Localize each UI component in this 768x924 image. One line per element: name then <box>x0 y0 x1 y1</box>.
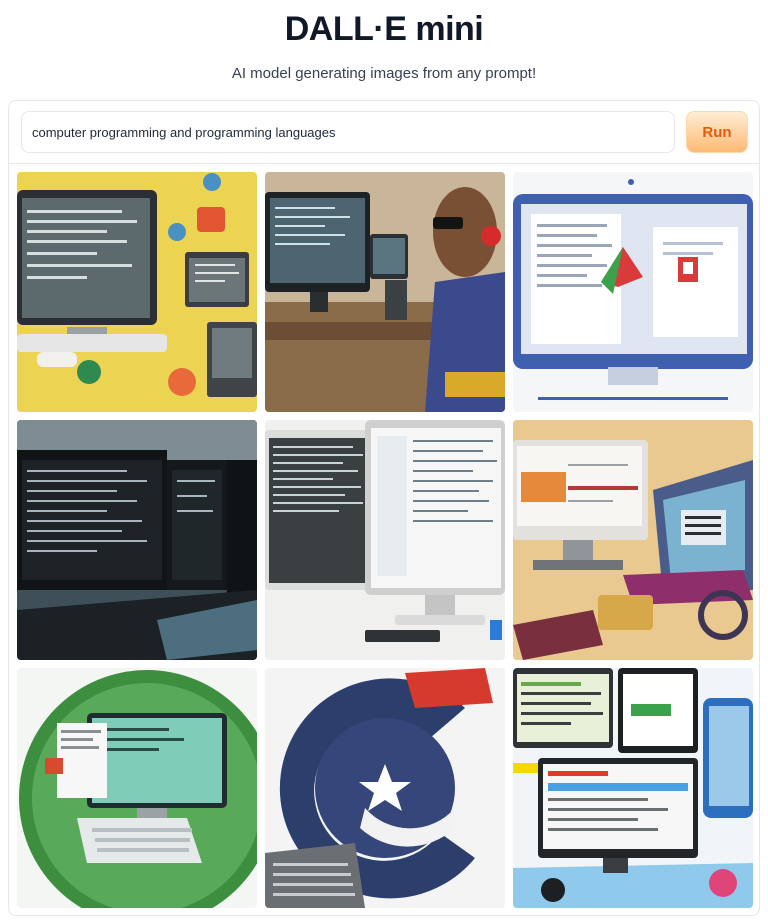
generated-image-1 <box>17 172 257 412</box>
gallery-image-8[interactable] <box>265 668 505 908</box>
generated-image-7 <box>17 668 257 908</box>
generated-image-6 <box>513 420 753 660</box>
gallery-image-3[interactable] <box>513 172 753 412</box>
generated-image-9 <box>513 668 753 908</box>
image-gallery <box>17 172 753 908</box>
generated-image-8 <box>265 668 505 908</box>
gallery-image-4[interactable] <box>17 420 257 660</box>
page-title: DALL·E mini <box>284 10 484 48</box>
prompt-row: Run <box>9 101 759 164</box>
gallery-image-5[interactable] <box>265 420 505 660</box>
run-button[interactable]: Run <box>686 111 748 153</box>
generated-image-2 <box>265 172 505 412</box>
page-subtitle: AI model generating images from any prom… <box>231 65 537 82</box>
generated-image-5 <box>265 420 505 660</box>
prompt-input[interactable] <box>21 111 675 153</box>
gallery-image-9[interactable] <box>513 668 753 908</box>
gallery-image-6[interactable] <box>513 420 753 660</box>
gallery-image-2[interactable] <box>265 172 505 412</box>
generated-image-3 <box>513 172 753 412</box>
generated-image-4 <box>17 420 257 660</box>
gallery-image-1[interactable] <box>17 172 257 412</box>
gallery-image-7[interactable] <box>17 668 257 908</box>
generator-panel: Run <box>8 100 760 916</box>
